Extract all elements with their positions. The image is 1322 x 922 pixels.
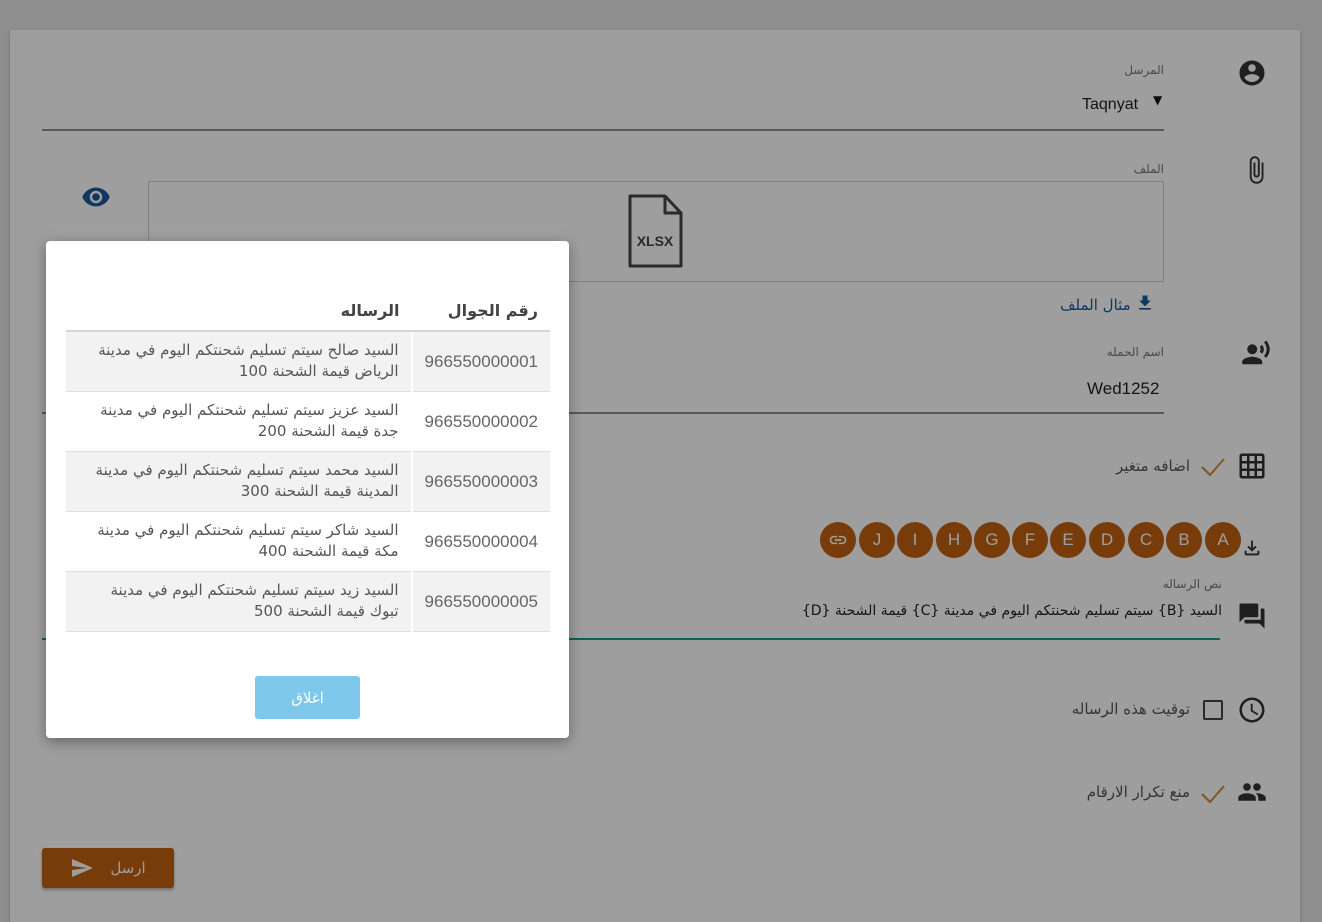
table-row: 966550000004 السيد شاكر سيتم تسليم شحنتك… (66, 511, 550, 572)
table-row: 966550000001 السيد صالح سيتم تسليم شحنتك… (66, 331, 550, 392)
row-phone: 966550000004 (410, 511, 550, 572)
row-phone: 966550000001 (410, 331, 550, 392)
row-message: السيد شاكر سيتم تسليم شحنتكم اليوم في مد… (66, 511, 412, 572)
column-header-message: الرساله (66, 291, 412, 332)
preview-table: رقم الجوال الرساله 966550000001 السيد صا… (66, 291, 550, 632)
row-message: السيد عزيز سيتم تسليم شحنتكم اليوم في مد… (66, 391, 412, 452)
table-row: 966550000003 السيد محمد سيتم تسليم شحنتك… (66, 451, 550, 512)
row-message: السيد صالح سيتم تسليم شحنتكم اليوم في مد… (66, 331, 412, 392)
row-message: السيد زيد سيتم تسليم شحنتكم اليوم في مدي… (66, 571, 412, 632)
column-header-phone: رقم الجوال (411, 291, 550, 332)
preview-modal: رقم الجوال الرساله 966550000001 السيد صا… (46, 241, 569, 738)
row-message: السيد محمد سيتم تسليم شحنتكم اليوم في مد… (66, 451, 412, 512)
table-row: 966550000005 السيد زيد سيتم تسليم شحنتكم… (66, 571, 550, 632)
row-phone: 966550000002 (410, 391, 550, 452)
row-phone: 966550000005 (410, 571, 550, 632)
table-header-row: رقم الجوال الرساله (66, 291, 550, 332)
close-button[interactable]: اغلاق (255, 676, 360, 719)
table-row: 966550000002 السيد عزيز سيتم تسليم شحنتك… (66, 391, 550, 452)
row-phone: 966550000003 (410, 451, 550, 512)
